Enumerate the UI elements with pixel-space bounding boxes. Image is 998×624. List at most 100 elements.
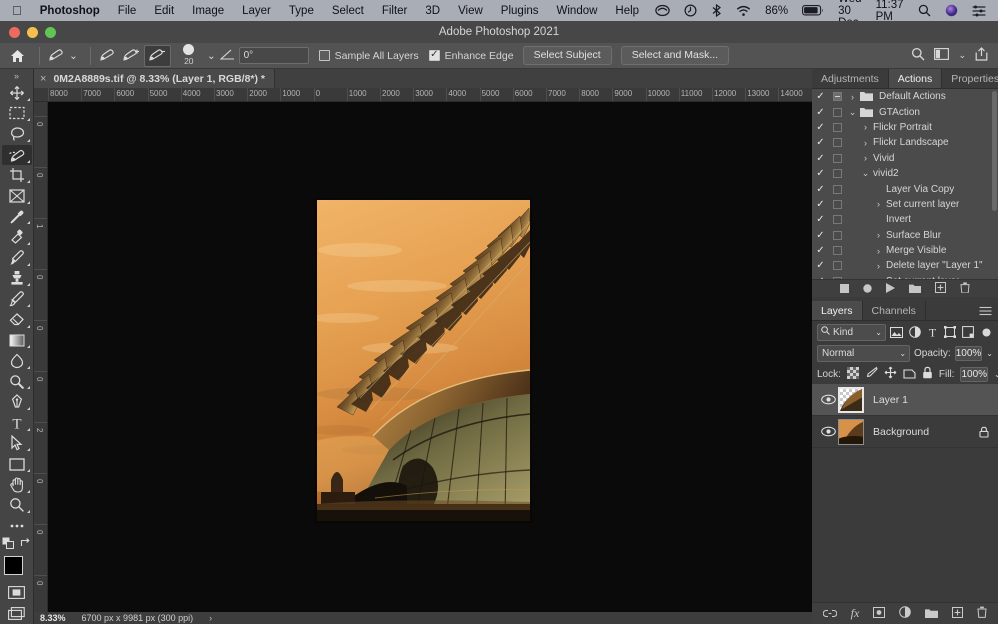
path-selection-flyout[interactable] [27, 448, 30, 451]
time-machine-icon[interactable] [677, 4, 704, 17]
quick-mask-icon[interactable] [2, 583, 32, 603]
play-icon[interactable] [886, 280, 895, 298]
opacity-value[interactable]: 100% [955, 346, 983, 361]
shape-filter-icon[interactable] [943, 326, 957, 338]
menu-image[interactable]: Image [183, 5, 233, 17]
pen-tool-flyout[interactable] [27, 407, 30, 410]
list-item[interactable]: ✓›Default Actions [812, 89, 998, 104]
brush-size-picker[interactable]: 20 [175, 46, 203, 66]
action-enabled-checkbox[interactable]: ✓ [812, 184, 829, 195]
fill-value[interactable]: 100% [960, 367, 988, 382]
quick-select-new-icon[interactable] [96, 45, 119, 67]
eraser-tool[interactable] [2, 310, 32, 330]
action-dialog-toggle[interactable] [829, 92, 845, 101]
new-set-icon[interactable] [909, 280, 921, 298]
action-enabled-checkbox[interactable]: ✓ [812, 122, 829, 133]
table-row[interactable]: Layer 1 [812, 384, 998, 416]
action-dialog-toggle[interactable] [829, 215, 845, 224]
record-icon[interactable] [863, 280, 872, 298]
frame-tool-flyout[interactable] [27, 201, 30, 204]
quick-select-subtract-icon[interactable] [144, 45, 171, 67]
wifi-icon[interactable] [729, 5, 758, 17]
brush-tool[interactable] [2, 248, 32, 268]
close-icon[interactable]: × [40, 73, 46, 85]
delete-icon[interactable] [960, 280, 970, 298]
rectangle-tool[interactable] [2, 454, 32, 474]
disclosure-triangle-icon[interactable]: › [871, 246, 886, 256]
menu-window[interactable]: Window [548, 5, 607, 17]
menu-app-name[interactable]: Photoshop [31, 5, 109, 17]
new-layer-icon[interactable] [952, 605, 963, 623]
type-tool-flyout[interactable] [27, 428, 30, 431]
tab-channels[interactable]: Channels [863, 301, 926, 320]
list-item[interactable]: ✓Invert [812, 212, 998, 227]
disclosure-triangle-icon[interactable]: › [871, 199, 886, 209]
marquee-tool-flyout[interactable] [27, 118, 30, 121]
actions-scrollbar[interactable] [992, 91, 997, 211]
disclosure-triangle-icon[interactable]: ⌄ [845, 107, 860, 118]
layer-thumbnail[interactable] [838, 419, 864, 445]
layer-filter-kind-select[interactable]: Kind ⌄ [817, 324, 886, 341]
mask-icon[interactable] [873, 605, 885, 623]
quick-select-add-icon[interactable] [119, 45, 144, 67]
list-item[interactable]: ✓⌄GTAction [812, 104, 998, 119]
list-item[interactable]: ✓Layer Via Copy [812, 181, 998, 196]
foreground-color-swatch[interactable] [4, 556, 23, 575]
layer-visibility-toggle[interactable] [818, 394, 838, 405]
eyedropper-tool[interactable] [2, 207, 32, 227]
dodge-tool[interactable] [2, 372, 32, 392]
crop-tool[interactable] [2, 166, 32, 186]
lock-all-icon[interactable] [922, 366, 933, 382]
action-dialog-toggle[interactable] [829, 261, 845, 270]
opacity-chevron-down-icon[interactable]: ⌄ [986, 349, 993, 358]
list-item[interactable]: ✓›Vivid [812, 151, 998, 166]
stop-icon[interactable] [840, 280, 849, 298]
vertical-ruler[interactable]: 0010002000 [34, 102, 48, 612]
new-action-icon[interactable] [935, 280, 946, 298]
workspace-icon[interactable] [934, 48, 949, 63]
action-enabled-checkbox[interactable]: ✓ [812, 199, 829, 210]
action-dialog-toggle[interactable] [829, 231, 845, 240]
disclosure-triangle-icon[interactable]: › [858, 138, 873, 148]
color-swatches[interactable] [2, 555, 32, 583]
action-dialog-toggle[interactable] [829, 138, 845, 147]
menu-help[interactable]: Help [606, 5, 648, 17]
action-enabled-checkbox[interactable]: ✓ [812, 245, 829, 256]
list-item[interactable]: ✓›Flickr Portrait [812, 120, 998, 135]
lasso-tool[interactable] [2, 124, 32, 144]
disclosure-triangle-icon[interactable]: › [871, 276, 886, 279]
layer-name[interactable]: Layer 1 [873, 394, 976, 406]
eraser-tool-flyout[interactable] [27, 325, 30, 328]
siri-icon[interactable] [938, 4, 965, 17]
action-enabled-checkbox[interactable]: ✓ [812, 137, 829, 148]
list-item[interactable]: ✓›Flickr Landscape [812, 135, 998, 150]
lasso-tool-flyout[interactable] [27, 139, 30, 142]
lock-transparency-icon[interactable] [847, 367, 859, 382]
tab-actions[interactable]: Actions [889, 69, 942, 88]
menu-3d[interactable]: 3D [416, 5, 449, 17]
list-item[interactable]: ✓›Merge Visible [812, 243, 998, 258]
canvas-area[interactable] [48, 102, 812, 612]
path-selection-tool[interactable] [2, 434, 32, 454]
document-image[interactable] [315, 198, 532, 523]
list-item[interactable]: ✓›Surface Blur [812, 228, 998, 243]
gradient-tool-flyout[interactable] [27, 345, 30, 348]
disclosure-triangle-icon[interactable]: › [858, 153, 873, 163]
action-dialog-toggle[interactable] [829, 246, 845, 255]
action-enabled-checkbox[interactable]: ✓ [812, 230, 829, 241]
action-enabled-checkbox[interactable]: ✓ [812, 276, 829, 279]
type-filter-icon[interactable]: T [926, 326, 940, 338]
delete-layer-icon[interactable] [977, 605, 987, 623]
home-icon[interactable] [0, 49, 34, 63]
history-brush-tool[interactable] [2, 289, 32, 309]
action-dialog-toggle[interactable] [829, 169, 845, 178]
default-colors-icon[interactable] [2, 536, 14, 554]
control-center-icon[interactable] [965, 5, 993, 17]
menu-file[interactable]: File [109, 5, 146, 17]
chevron-down-icon[interactable]: ⌄ [958, 50, 966, 61]
disclosure-triangle-icon[interactable]: › [845, 92, 860, 102]
adjustment-filter-icon[interactable] [908, 326, 922, 338]
zoom-tool[interactable] [2, 496, 32, 516]
eyedropper-tool-flyout[interactable] [27, 221, 30, 224]
spotlight-search-icon[interactable] [911, 4, 938, 17]
